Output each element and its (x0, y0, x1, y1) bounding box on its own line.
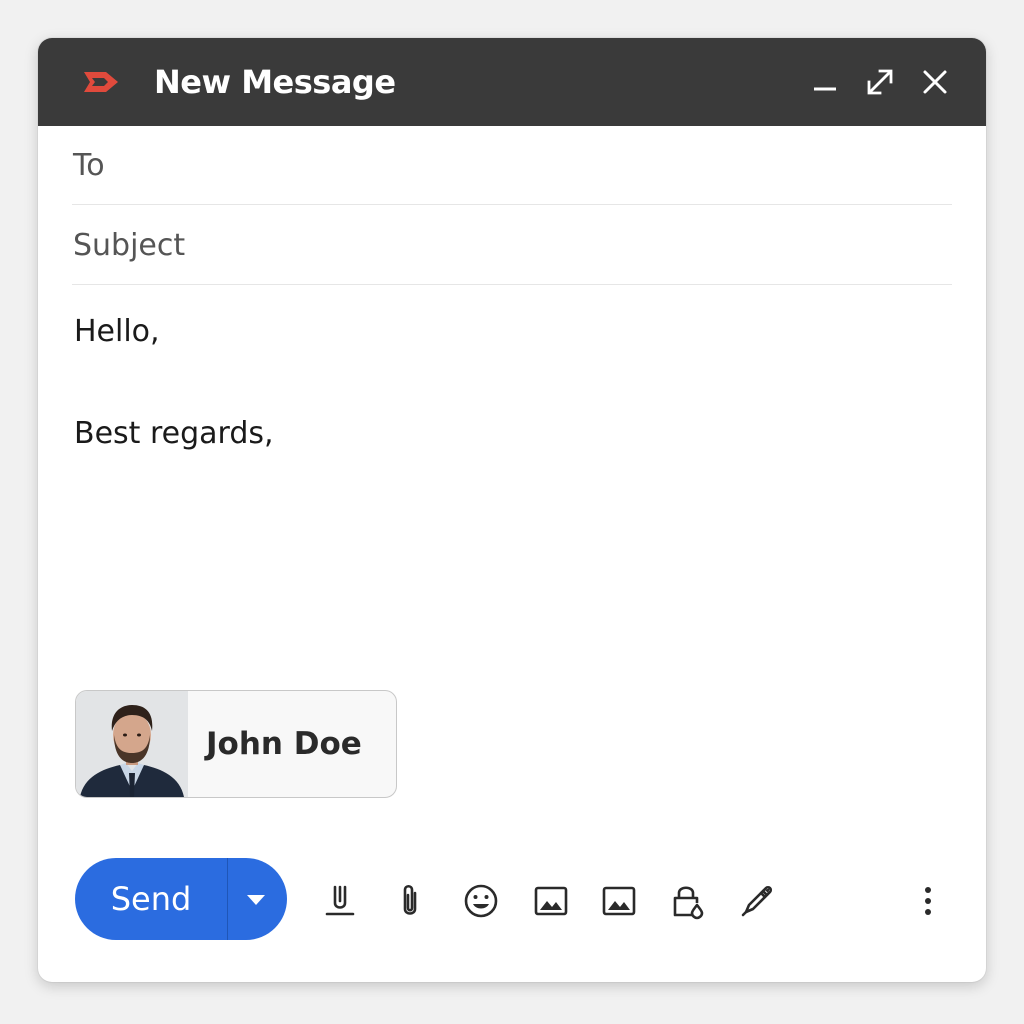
contact-chip[interactable]: John Doe (75, 690, 397, 798)
send-button[interactable]: Send (75, 858, 227, 940)
confidential-mode-icon[interactable] (668, 881, 708, 921)
signature-pen-icon[interactable] (737, 881, 777, 921)
attachment-icon[interactable] (391, 881, 431, 921)
title-bar: New Message (38, 38, 986, 126)
more-options-icon[interactable] (908, 881, 948, 921)
message-body-signoff[interactable]: Best regards, (74, 416, 274, 452)
emoji-icon[interactable] (461, 881, 501, 921)
text-formatting-icon[interactable] (320, 881, 360, 921)
compose-window: New Message To Subject Hello, Best regar… (38, 38, 986, 982)
app-logo-icon (82, 68, 122, 96)
subject-input[interactable] (72, 206, 956, 286)
insert-image-icon[interactable] (599, 881, 639, 921)
to-field[interactable]: To (72, 126, 956, 206)
contact-name: John Doe (206, 726, 362, 762)
send-button-group: Send (75, 858, 287, 940)
minimize-icon[interactable] (806, 62, 846, 102)
window-title: New Message (154, 63, 396, 101)
caret-down-icon (247, 895, 265, 905)
expand-icon[interactable] (860, 62, 900, 102)
close-icon[interactable] (915, 62, 955, 102)
subject-field[interactable]: Subject (72, 206, 956, 286)
avatar (76, 691, 188, 797)
insert-photo-icon[interactable] (531, 881, 571, 921)
send-options-button[interactable] (228, 858, 287, 940)
to-input[interactable] (72, 126, 956, 206)
message-body-greeting[interactable]: Hello, (74, 314, 160, 350)
